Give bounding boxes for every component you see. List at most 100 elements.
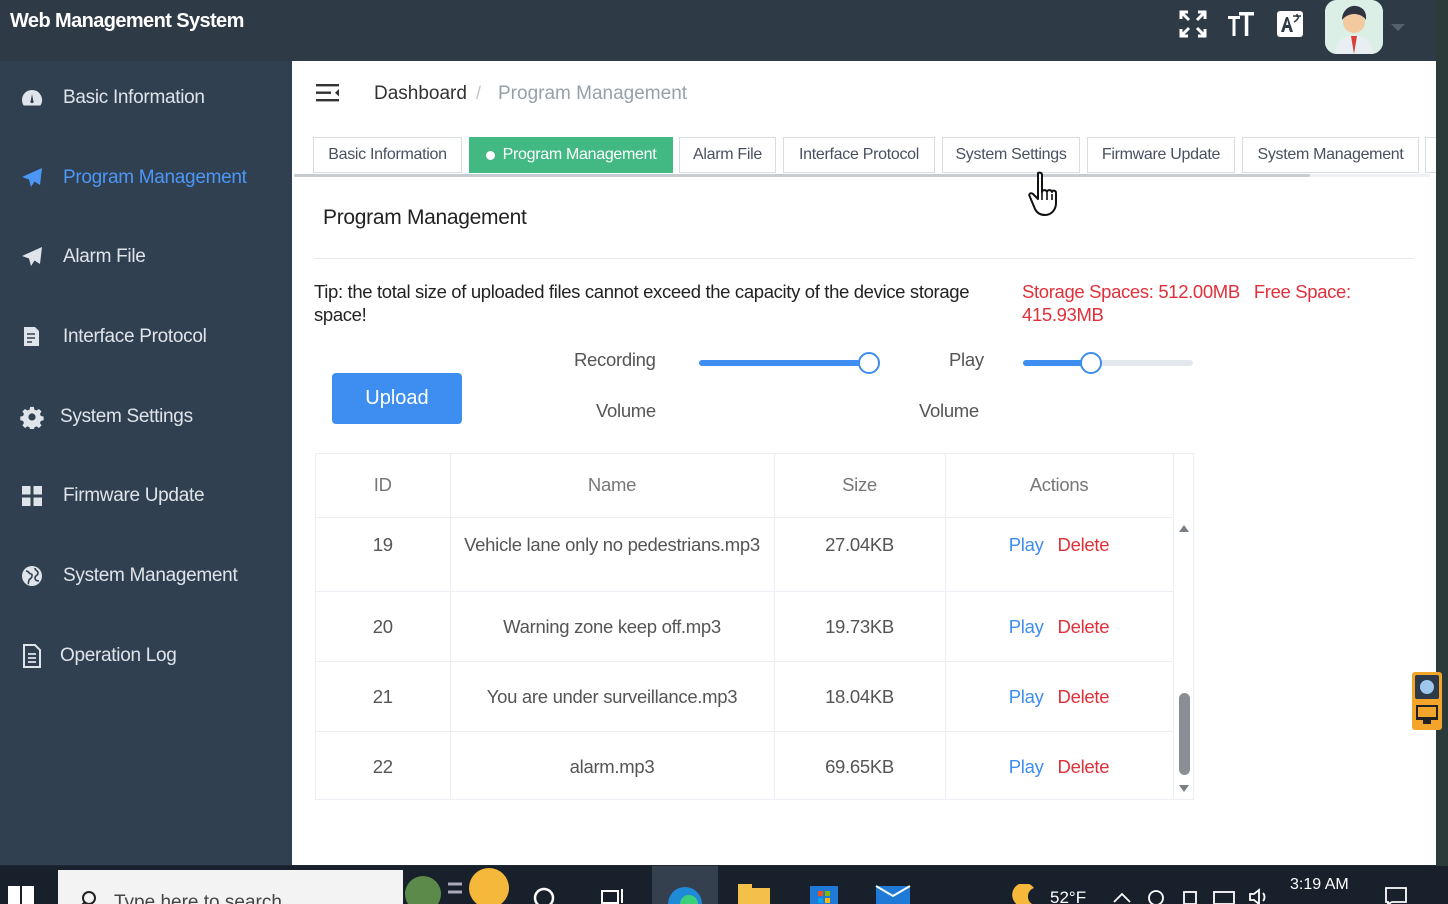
- windows-start-icon[interactable]: [8, 886, 36, 904]
- tab-alarm-file[interactable]: Alarm File: [679, 137, 776, 173]
- slider-fill: [699, 360, 869, 366]
- gear-icon: [19, 405, 45, 429]
- storage-total: Storage Spaces: 512.00MB: [1022, 281, 1240, 302]
- cell-actions: Play Delete: [945, 661, 1173, 732]
- tabs-scrollbar-thumb[interactable]: [294, 174, 1310, 177]
- mail-icon[interactable]: [874, 884, 912, 904]
- cell-actions: Play Delete: [945, 591, 1173, 662]
- temperature-text: 52°F: [1050, 888, 1087, 904]
- translate-icon[interactable]: [1274, 8, 1306, 40]
- tab-firmware-update[interactable]: Firmware Update: [1087, 137, 1235, 173]
- grid-icon: [19, 484, 45, 508]
- scroll-down-icon[interactable]: [1179, 785, 1189, 792]
- sidebar-item-alarm-file[interactable]: Alarm File: [0, 232, 292, 282]
- desktop-widget[interactable]: [1412, 672, 1442, 730]
- tab-label: System Management: [1257, 146, 1404, 163]
- tab-interface-protocol[interactable]: Interface Protocol: [783, 137, 935, 173]
- cell-size: 18.04KB: [774, 661, 946, 732]
- cell-size: 27.04KB: [774, 517, 946, 592]
- column-header-id: ID: [316, 454, 451, 518]
- fullscreen-icon[interactable]: [1177, 8, 1209, 40]
- weather-widget-icon[interactable]: [403, 866, 511, 904]
- user-avatar[interactable]: [1325, 0, 1383, 54]
- tabs-scrollbar[interactable]: [294, 174, 1430, 177]
- font-size-icon[interactable]: [1225, 8, 1257, 40]
- upload-button[interactable]: Upload: [332, 373, 462, 424]
- recording-volume-label: Recording: [574, 349, 656, 370]
- main-content: Dashboard / Program Management Basic Inf…: [292, 61, 1436, 865]
- sidebar-item-program-management[interactable]: Program Management: [0, 153, 292, 203]
- slider-handle[interactable]: [858, 352, 880, 374]
- delete-button[interactable]: Delete: [1058, 616, 1110, 637]
- play-button[interactable]: Play: [1009, 756, 1044, 777]
- sidebar-item-label: Operation Log: [60, 645, 177, 666]
- notification-icon[interactable]: [1384, 886, 1408, 904]
- sidebar-item-basic-information[interactable]: Basic Information: [0, 73, 292, 123]
- tab-system-settings[interactable]: System Settings: [942, 137, 1080, 173]
- tab-program-management[interactable]: Program Management: [469, 137, 673, 173]
- storage-info: Storage Spaces: 512.00MB Free Space: 415.…: [1022, 280, 1382, 326]
- delete-button[interactable]: Delete: [1058, 534, 1110, 555]
- top-header: Web Management System: [0, 0, 1436, 61]
- tab-label: Program Management: [502, 146, 657, 163]
- taskbar-clock[interactable]: 3:19 AM: [1290, 876, 1349, 894]
- hand-cursor-icon: [1028, 171, 1057, 216]
- globe-icon: [19, 564, 45, 588]
- table-row: 19 Vehicle lane only no pedestrians.mp3 …: [316, 517, 1173, 592]
- sidebar-item-label: Program Management: [63, 167, 247, 188]
- table-row: 20 Warning zone keep off.mp3 19.73KB Pla…: [316, 591, 1173, 662]
- windows-taskbar: Type here to search 52°F 3:19 AM: [0, 866, 1448, 904]
- tab-basic-information[interactable]: Basic Information: [313, 137, 462, 173]
- taskbar-search-box[interactable]: Type here to search: [58, 870, 403, 904]
- scroll-up-icon[interactable]: [1179, 525, 1189, 532]
- delete-button[interactable]: Delete: [1058, 756, 1110, 777]
- chevron-down-icon[interactable]: [1391, 24, 1405, 31]
- page-title: Program Management: [323, 206, 527, 229]
- moon-icon: [1010, 882, 1038, 904]
- dashboard-icon: [19, 86, 45, 110]
- scrollbar-thumb[interactable]: [1179, 693, 1190, 775]
- tab-label: Firmware Update: [1101, 146, 1221, 163]
- sidebar-item-system-management[interactable]: System Management: [0, 551, 292, 601]
- taskbar-edge-browser[interactable]: [652, 866, 718, 904]
- sidebar-item-firmware-update[interactable]: Firmware Update: [0, 471, 292, 521]
- cell-id: 22: [316, 731, 451, 799]
- program-table: ID Name Size Actions 19 Vehicle lane onl…: [315, 453, 1194, 800]
- cell-size: 19.73KB: [774, 591, 946, 662]
- menu-toggle-icon[interactable]: [316, 83, 340, 108]
- tab-overflow[interactable]: [1425, 137, 1436, 173]
- breadcrumb-dashboard[interactable]: Dashboard: [374, 83, 467, 105]
- desktop-background: [1436, 0, 1448, 866]
- cortana-icon[interactable]: [532, 886, 556, 904]
- sidebar-item-system-settings[interactable]: System Settings: [0, 392, 292, 442]
- table-scrollbar[interactable]: [1173, 517, 1193, 799]
- sidebar-item-operation-log[interactable]: Operation Log: [0, 631, 292, 681]
- tab-label: Interface Protocol: [799, 146, 919, 163]
- slider-handle[interactable]: [1080, 352, 1102, 374]
- play-button[interactable]: Play: [1009, 534, 1044, 555]
- cell-name: alarm.mp3: [450, 731, 775, 799]
- recording-volume-slider[interactable]: [699, 352, 880, 374]
- play-button[interactable]: Play: [1009, 616, 1044, 637]
- play-volume-slider[interactable]: [1023, 352, 1193, 374]
- store-icon[interactable]: [808, 882, 840, 904]
- tab-system-management[interactable]: System Management: [1242, 137, 1419, 173]
- sidebar-item-label: Interface Protocol: [63, 326, 207, 347]
- delete-button[interactable]: Delete: [1058, 686, 1110, 707]
- play-button[interactable]: Play: [1009, 686, 1044, 707]
- column-header-name: Name: [450, 454, 775, 518]
- table-body[interactable]: 19 Vehicle lane only no pedestrians.mp3 …: [316, 517, 1173, 799]
- cell-name: Warning zone keep off.mp3: [450, 591, 775, 662]
- cell-name: Vehicle lane only no pedestrians.mp3: [450, 517, 775, 592]
- search-placeholder: Type here to search: [114, 892, 282, 904]
- tray-icons[interactable]: [1112, 888, 1272, 904]
- sidebar-item-interface-protocol[interactable]: Interface Protocol: [0, 312, 292, 362]
- sidebar-item-label: Firmware Update: [63, 485, 205, 506]
- task-view-icon[interactable]: [600, 886, 626, 904]
- app-title: Web Management System: [10, 10, 244, 32]
- file-explorer-icon[interactable]: [738, 884, 772, 904]
- table-row: 21 You are under surveillance.mp3 18.04K…: [316, 661, 1173, 732]
- sidebar-item-label: System Management: [63, 565, 238, 586]
- send-icon: [19, 245, 45, 269]
- table-row: 22 alarm.mp3 69.65KB Play Delete: [316, 731, 1173, 799]
